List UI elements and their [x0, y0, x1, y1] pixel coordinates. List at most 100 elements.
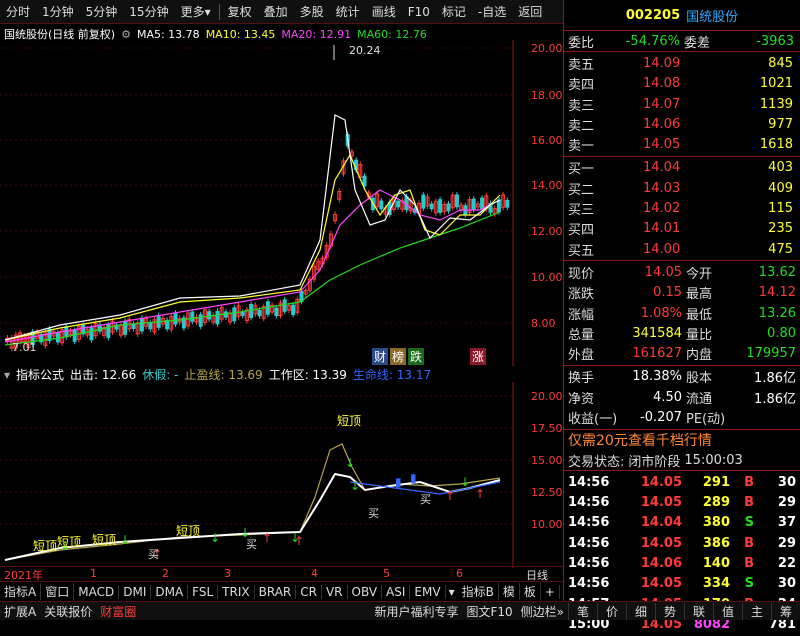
- nav-xi[interactable]: 细: [626, 602, 655, 620]
- order-row[interactable]: 卖二 14.06 977: [564, 114, 800, 134]
- tick-count: 30: [777, 576, 796, 592]
- stat-label: 净资: [568, 391, 595, 407]
- add-button[interactable]: +: [541, 584, 560, 599]
- order-row[interactable]: 卖四 14.08 1021: [564, 74, 800, 94]
- quote-panel: 002205 国统股份 委比 -54.76% 委差 -3963 卖五 14.09…: [563, 0, 800, 632]
- stat-label: 流通: [686, 391, 713, 407]
- tab-fenshi[interactable]: 分时: [0, 3, 36, 20]
- order-row[interactable]: 买三 14.02 115: [564, 198, 800, 218]
- order-price: 14.05: [643, 137, 681, 153]
- tab-brar[interactable]: BRAR: [255, 584, 297, 599]
- chevron-down-icon[interactable]: ▾: [446, 585, 458, 599]
- tab-emv[interactable]: EMV: [410, 584, 446, 599]
- stock-name[interactable]: 国统股份: [686, 6, 738, 25]
- low-price-label: 7.01: [12, 341, 37, 354]
- order-row[interactable]: 卖一 14.05 1618: [564, 134, 800, 154]
- nav-shi[interactable]: 势: [655, 602, 684, 620]
- flag-longhubang[interactable]: 榜: [390, 348, 407, 365]
- trade-state-value: 闭市阶段: [628, 454, 681, 470]
- kline-chart[interactable]: 20.24 7.01 20.00 18.00 16.00 14.00 12.00…: [0, 40, 563, 366]
- order-row[interactable]: 买五 14.00 475: [564, 239, 800, 259]
- tab-macd[interactable]: MACD: [74, 584, 120, 599]
- order-row[interactable]: 买四 14.01 235: [564, 219, 800, 239]
- tab-indicator-a[interactable]: 指标A: [0, 583, 42, 600]
- expand-a-tab[interactable]: 扩展A: [0, 603, 40, 620]
- chevron-down-icon[interactable]: ▾: [4, 368, 10, 382]
- order-label: 卖五: [568, 57, 595, 73]
- order-price: 14.04: [643, 160, 681, 176]
- indicator-chart[interactable]: ↓ ↓↑↓ ↓ ↑ ↓↑↓↓ ▮ ▮↑↓↑ 短顶 短顶 短顶 短顶 短顶 买 买 买 买 2…: [0, 382, 563, 568]
- indicator-tabs: 指标A 窗口 MACD DMI DMA FSL TRIX BRAR CR VR …: [0, 581, 574, 601]
- f10-graph-button[interactable]: 图文F10: [462, 603, 516, 620]
- tick-count: 22: [777, 556, 796, 572]
- order-row[interactable]: 卖五 14.09 845: [564, 53, 800, 73]
- tab-dma[interactable]: DMA: [151, 584, 189, 599]
- signal-arrow: ↑: [262, 531, 272, 545]
- sub-chart-title[interactable]: 指标公式: [16, 366, 64, 383]
- fuquan-button[interactable]: 复权: [222, 3, 258, 20]
- more-button[interactable]: 更多▾: [175, 3, 217, 20]
- signal-arrow: ↑: [294, 534, 304, 548]
- order-label: 买四: [568, 223, 595, 239]
- flag-die[interactable]: 跌: [408, 348, 425, 365]
- order-volume: 235: [768, 221, 793, 237]
- stat-label: 换手: [568, 371, 595, 387]
- order-price: 14.02: [643, 201, 681, 217]
- order-row[interactable]: 买二 14.03 409: [564, 178, 800, 198]
- order-row[interactable]: 买一 14.04 403: [564, 158, 800, 178]
- tab-15min[interactable]: 15分钟: [123, 3, 174, 20]
- new-user-promo[interactable]: 新用户福利专享: [370, 603, 462, 620]
- order-row[interactable]: 卖三 14.07 1139: [564, 94, 800, 114]
- nav-zhi[interactable]: 值: [713, 602, 742, 620]
- tab-window[interactable]: 窗口: [41, 583, 75, 600]
- tab-trix[interactable]: TRIX: [218, 584, 255, 599]
- tab-5min[interactable]: 5分钟: [80, 3, 124, 20]
- settings-icon[interactable]: ⚙: [121, 28, 131, 41]
- nav-zhu[interactable]: 主: [742, 602, 771, 620]
- tab-obv[interactable]: OBV: [348, 584, 383, 599]
- tab-indicator-b[interactable]: 指标B: [458, 583, 499, 600]
- tab-fsl[interactable]: FSL: [188, 584, 219, 599]
- remove-watchlist-button[interactable]: -自选: [472, 3, 512, 20]
- nav-jia[interactable]: 价: [597, 602, 626, 620]
- net-asset: 4.50: [653, 389, 682, 405]
- tab-dmi[interactable]: DMI: [119, 584, 152, 599]
- diejia-button[interactable]: 叠加: [258, 3, 294, 20]
- tab-board[interactable]: 板: [520, 583, 541, 600]
- wealth-circle-tab[interactable]: 财富圈: [96, 603, 140, 620]
- axis-label: 14.00: [531, 179, 563, 192]
- buy-label: 买: [368, 507, 379, 520]
- time-label: 6: [456, 567, 463, 580]
- flag-zhang[interactable]: 涨: [470, 348, 487, 365]
- flag-caibao[interactable]: 财: [372, 348, 389, 365]
- tab-vr[interactable]: VR: [322, 584, 348, 599]
- tab-cr[interactable]: CR: [296, 584, 322, 599]
- nav-lian[interactable]: 联: [684, 602, 713, 620]
- stat-row: 涨跌 0.15 最高 14.12: [564, 283, 800, 303]
- stat-label: 股本: [686, 371, 713, 387]
- chevron-down-icon: ▾: [204, 5, 211, 19]
- sidebar-toggle[interactable]: 侧边栏»: [517, 603, 568, 620]
- nav-chou[interactable]: 筹: [771, 602, 800, 620]
- tab-1min[interactable]: 1分钟: [36, 3, 80, 20]
- tick-side: B: [744, 556, 754, 572]
- signal-arrow: ▮: [395, 475, 402, 489]
- duogu-button[interactable]: 多股: [294, 3, 330, 20]
- related-quote-tab[interactable]: 关联报价: [40, 603, 96, 620]
- tick-row: 14:56 14.05 386 B 29: [564, 533, 800, 553]
- stat-label: 今开: [686, 266, 713, 282]
- biaoji-button[interactable]: 标记: [436, 3, 472, 20]
- nav-bi[interactable]: 笔: [568, 602, 597, 620]
- f10-button[interactable]: F10: [402, 5, 436, 19]
- order-volume: 1021: [759, 76, 793, 92]
- volume-ratio: 0.80: [767, 325, 796, 341]
- tongji-button[interactable]: 统计: [330, 3, 366, 20]
- tab-template[interactable]: 模: [499, 583, 520, 600]
- order-volume: 409: [768, 180, 793, 196]
- tab-asi[interactable]: ASI: [382, 584, 411, 599]
- back-button[interactable]: 返回: [512, 3, 548, 20]
- time-label: 3: [224, 567, 231, 580]
- promo-link[interactable]: 仅需20元查看千档行情: [564, 430, 800, 450]
- huaxian-button[interactable]: 画线: [366, 3, 402, 20]
- axis-label: 16.00: [531, 134, 563, 147]
